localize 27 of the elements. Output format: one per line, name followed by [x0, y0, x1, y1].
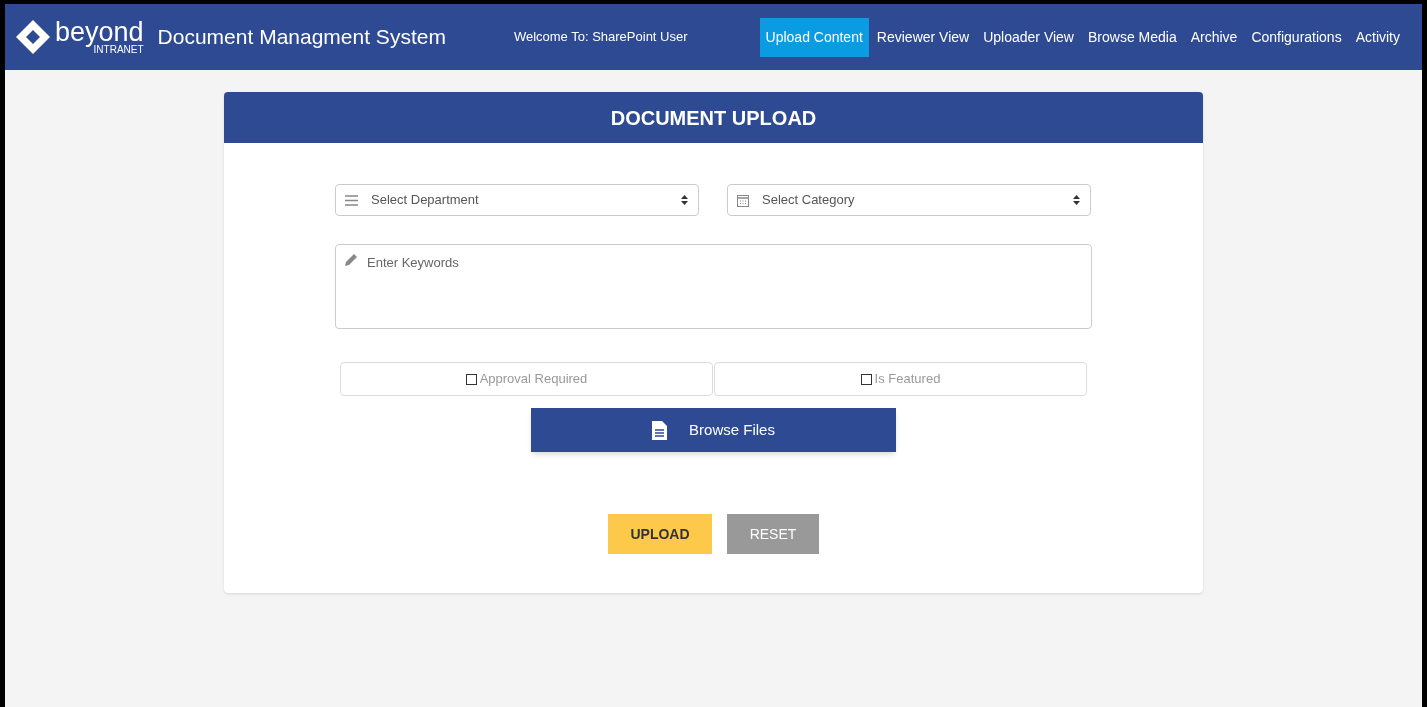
calendar-icon — [737, 193, 749, 207]
checkbox-label: Is Featured — [874, 370, 941, 389]
logo-icon — [15, 19, 51, 55]
sort-icon — [1073, 195, 1080, 205]
checkbox[interactable] — [860, 373, 872, 385]
pencil-icon — [344, 253, 358, 267]
nav-tab[interactable]: Configurations — [1245, 17, 1348, 57]
nav-tab[interactable]: Archive — [1184, 17, 1244, 57]
checkbox[interactable] — [465, 373, 477, 385]
welcome-text: Welcome To: SharePoint User — [513, 28, 688, 47]
upload-button[interactable]: UPLOAD — [608, 514, 712, 554]
browse-files-button[interactable]: Browse Files — [531, 408, 896, 452]
nav-tab[interactable]: Browse Media — [1082, 17, 1183, 57]
checkbox-label: Approval Required — [479, 370, 588, 389]
select-dropdown[interactable]: Select Department — [335, 184, 699, 216]
sort-icon — [681, 195, 688, 205]
card-title: DOCUMENT UPLOAD — [610, 105, 817, 131]
document-icon — [652, 420, 668, 440]
nav-tab[interactable]: Uploader View — [977, 17, 1080, 57]
select-dropdown[interactable]: Select Category — [727, 184, 1091, 216]
brand-subtitle: INTRANET — [93, 45, 144, 55]
app-title: Document Managment System — [157, 24, 446, 51]
list-icon — [345, 194, 358, 206]
brand-name: beyond — [55, 19, 144, 45]
nav-tab[interactable]: Reviewer View — [870, 17, 976, 57]
keywords-field[interactable]: Enter Keywords — [335, 244, 1092, 329]
nav-tab[interactable]: Activity — [1349, 17, 1406, 57]
